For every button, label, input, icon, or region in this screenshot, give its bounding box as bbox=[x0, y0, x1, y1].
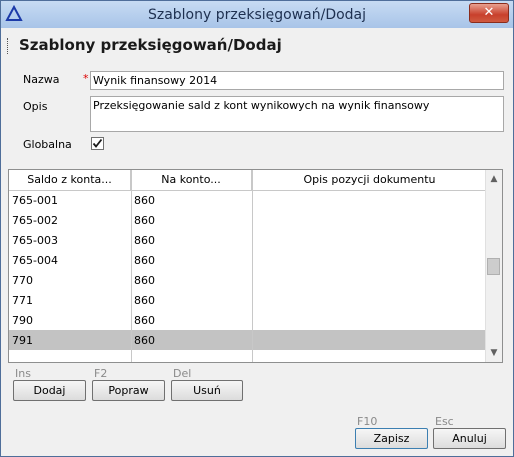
cell-na-konto: 860 bbox=[134, 294, 155, 307]
close-button[interactable]: ✕ bbox=[469, 3, 509, 23]
cell-saldo: 790 bbox=[12, 314, 33, 327]
column-header-na-konto[interactable]: Na konto... bbox=[131, 170, 252, 190]
nazwa-label: Nazwa bbox=[23, 73, 60, 86]
nazwa-field[interactable]: Wynik finansowy 2014 bbox=[90, 71, 504, 90]
scroll-thumb[interactable] bbox=[487, 258, 500, 275]
popraw-shortcut: F2 bbox=[94, 367, 108, 380]
cell-opis bbox=[252, 310, 487, 330]
cell-saldo: 765-002 bbox=[12, 214, 58, 227]
cell-na-konto: 860 bbox=[134, 234, 155, 247]
globalna-label: Globalna bbox=[23, 138, 72, 151]
cell-saldo: 791 bbox=[12, 334, 33, 347]
usun-shortcut: Del bbox=[173, 367, 192, 380]
table-row[interactable]: 765-004 860 bbox=[9, 250, 487, 270]
dodaj-button[interactable]: Dodaj bbox=[13, 380, 86, 401]
cell-na-konto: 860 bbox=[134, 194, 155, 207]
cell-saldo: 771 bbox=[12, 294, 33, 307]
anuluj-button[interactable]: Anuluj bbox=[433, 428, 506, 449]
usun-button[interactable]: Usuń bbox=[171, 380, 243, 401]
column-divider bbox=[252, 170, 253, 362]
cell-na-konto: 860 bbox=[134, 274, 155, 287]
title-bar[interactable]: Szablony przeksięgowań/Dodaj ✕ bbox=[1, 1, 513, 28]
page-header: Szablony przeksięgowań/Dodaj bbox=[7, 35, 507, 59]
zapisz-button[interactable]: Zapisz bbox=[355, 428, 428, 449]
cell-saldo: 765-003 bbox=[12, 234, 58, 247]
cell-opis bbox=[252, 210, 487, 230]
cell-opis bbox=[252, 270, 487, 290]
table-row[interactable]: 765-002 860 bbox=[9, 210, 487, 230]
opis-label: Opis bbox=[23, 100, 48, 113]
cell-na-konto: 860 bbox=[134, 254, 155, 267]
popraw-button[interactable]: Popraw bbox=[92, 380, 165, 401]
globalna-checkbox[interactable] bbox=[91, 137, 104, 150]
cell-na-konto: 860 bbox=[134, 334, 155, 347]
close-icon: ✕ bbox=[483, 5, 495, 20]
anuluj-shortcut: Esc bbox=[435, 415, 454, 428]
grid-header: Saldo z konta... Na konto... Opis pozycj… bbox=[9, 170, 487, 191]
accounts-grid[interactable]: Saldo z konta... Na konto... Opis pozycj… bbox=[8, 169, 503, 363]
cell-saldo: 770 bbox=[12, 274, 33, 287]
cell-opis bbox=[252, 290, 487, 310]
window-title: Szablony przeksięgowań/Dodaj bbox=[147, 7, 367, 23]
table-row-selected[interactable]: 791 860 bbox=[9, 330, 487, 350]
opis-field[interactable]: Przeksięgowanie sald z kont wynikowych n… bbox=[90, 96, 504, 132]
zapisz-shortcut: F10 bbox=[357, 415, 378, 428]
cell-na-konto: 860 bbox=[134, 314, 155, 327]
cell-saldo: 765-004 bbox=[12, 254, 58, 267]
table-row[interactable]: 765-003 860 bbox=[9, 230, 487, 250]
table-row[interactable]: 765-001 860 bbox=[9, 190, 487, 210]
cell-opis bbox=[252, 330, 487, 350]
grip-icon bbox=[7, 38, 11, 54]
cell-opis bbox=[252, 230, 487, 250]
cell-opis bbox=[252, 190, 487, 210]
scroll-up-icon[interactable]: ▲ bbox=[489, 174, 499, 184]
table-row[interactable]: 770 860 bbox=[9, 270, 487, 290]
column-header-saldo[interactable]: Saldo z konta... bbox=[9, 170, 131, 190]
table-row[interactable]: 790 860 bbox=[9, 310, 487, 330]
scroll-down-icon[interactable]: ▼ bbox=[489, 348, 499, 358]
required-mark: * bbox=[83, 72, 89, 85]
column-header-opis[interactable]: Opis pozycji dokumentu bbox=[252, 170, 487, 190]
checkmark-icon bbox=[92, 138, 103, 148]
column-divider bbox=[131, 170, 132, 362]
page-title: Szablony przeksięgowań/Dodaj bbox=[19, 36, 282, 54]
dodaj-shortcut: Ins bbox=[15, 367, 31, 380]
vertical-scrollbar[interactable]: ▲ ▼ bbox=[485, 170, 502, 362]
cell-saldo: 765-001 bbox=[12, 194, 58, 207]
table-row[interactable]: 771 860 bbox=[9, 290, 487, 310]
cell-opis bbox=[252, 250, 487, 270]
dialog-window: Szablony przeksięgowań/Dodaj ✕ Szablony … bbox=[0, 0, 514, 457]
cell-na-konto: 860 bbox=[134, 214, 155, 227]
